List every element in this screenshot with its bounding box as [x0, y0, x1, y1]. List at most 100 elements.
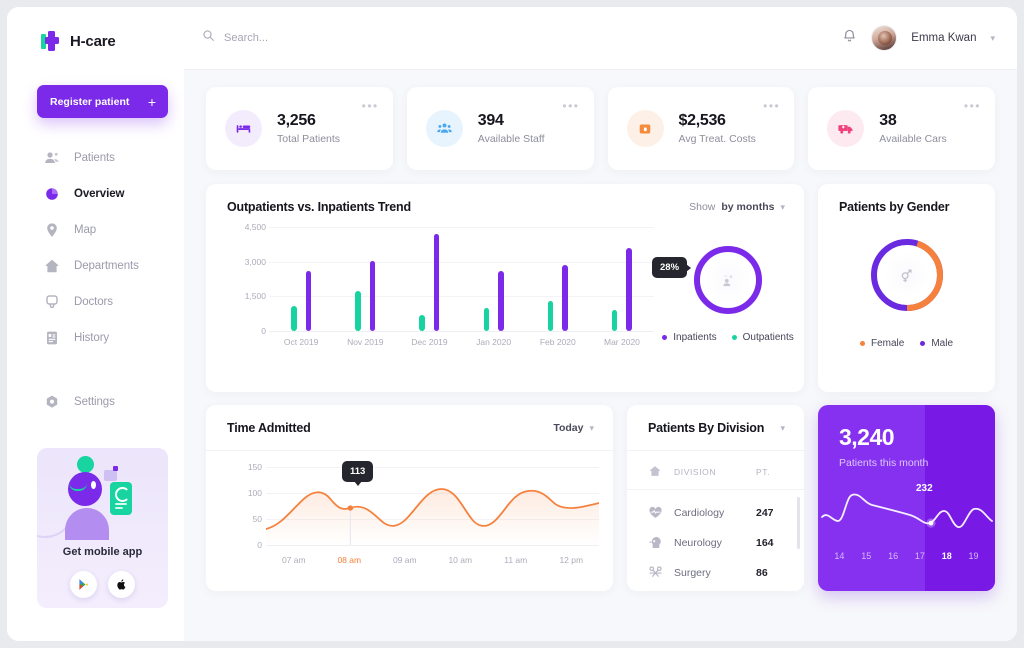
apple-icon[interactable]: [108, 571, 135, 598]
day-tick[interactable]: 16: [880, 551, 907, 561]
bar-group: [397, 227, 461, 331]
stat-card-available-staff[interactable]: 394 Available Staff •••: [406, 87, 594, 170]
legend-label: Outpatients: [742, 332, 794, 343]
legend-item-male[interactable]: Male: [920, 338, 953, 349]
wallet-icon: [626, 110, 664, 147]
x-tick: Oct 2019: [283, 337, 319, 347]
scalpel-icon: [648, 565, 664, 581]
patients-icon: [44, 150, 60, 166]
card-menu-icon[interactable]: •••: [562, 100, 579, 112]
medical-cross-logo-icon: [41, 31, 61, 51]
x-tick: Nov 2019: [347, 337, 384, 347]
day-tick[interactable]: 19: [960, 551, 987, 561]
card-menu-icon[interactable]: •••: [362, 100, 379, 112]
sidebar-item-patients[interactable]: Patients: [7, 140, 184, 176]
division-table-header: DIVISION PT.: [627, 451, 804, 480]
gender-donut-chart[interactable]: [868, 236, 946, 314]
search-placeholder: Search...: [224, 32, 269, 44]
legend-item-inpatients[interactable]: Inpatients: [662, 332, 717, 343]
sidebar-item-label: Overview: [74, 188, 125, 200]
sidebar-item-overview[interactable]: Overview: [7, 176, 184, 212]
bar-outpatients[interactable]: [483, 307, 490, 331]
bar-inpatients[interactable]: [369, 260, 376, 331]
day-tick[interactable]: 18: [933, 551, 960, 561]
card-menu-icon[interactable]: •••: [763, 100, 780, 112]
x-tick[interactable]: 08 am: [322, 555, 378, 565]
day-tick[interactable]: 14: [826, 551, 853, 561]
topbar-right: Emma Kwan ▾: [842, 25, 995, 51]
sidebar-nav: Patients Overview Map Departments Doctor…: [7, 140, 184, 420]
stat-card-total-patients[interactable]: 3,256 Total Patients •••: [206, 87, 393, 170]
bar-outpatients[interactable]: [547, 300, 554, 331]
month-total-label: Patients this month: [839, 457, 929, 469]
sidebar: H-care Register patient + Patients Overv…: [7, 7, 184, 641]
legend-dot: [731, 335, 737, 340]
sidebar-item-label: Doctors: [74, 296, 113, 308]
show-by-months-dropdown[interactable]: Show by months ▾: [689, 201, 785, 213]
sidebar-item-departments[interactable]: Departments: [7, 248, 184, 284]
x-tick[interactable]: 12 pm: [544, 555, 600, 565]
column-header-pt: PT.: [756, 467, 771, 477]
chevron-down-icon[interactable]: ▾: [990, 33, 995, 44]
bell-icon[interactable]: [842, 28, 857, 48]
sparkline-value-label: 232: [916, 483, 933, 494]
day-tick[interactable]: 15: [853, 551, 880, 561]
stat-card-avg-treatment-costs[interactable]: $2,536 Avg Treat. Costs •••: [607, 87, 795, 170]
table-row[interactable]: Cardiology 247: [627, 498, 804, 528]
divider: [206, 450, 613, 451]
legend-item-outpatients[interactable]: Outpatients: [731, 332, 794, 343]
table-row[interactable]: Neurology 164: [627, 528, 804, 558]
dropdown-value: Today: [553, 422, 584, 434]
column-header-division: DIVISION: [674, 467, 717, 477]
sidebar-item-settings[interactable]: Settings: [7, 384, 184, 420]
bar-inpatients[interactable]: [498, 270, 504, 331]
division-count: 247: [756, 507, 774, 519]
search-input[interactable]: Search...: [202, 29, 842, 47]
donut-tooltip: 28%: [652, 257, 692, 278]
x-tick[interactable]: 07 am: [266, 555, 322, 565]
x-tick[interactable]: 10 am: [433, 555, 489, 565]
line-chart-plot: 113: [266, 461, 599, 546]
bar-outpatients[interactable]: [611, 310, 618, 331]
register-patient-button[interactable]: Register patient +: [37, 85, 168, 118]
plus-icon: +: [147, 93, 156, 110]
sidebar-item-history[interactable]: History: [7, 320, 184, 356]
table-row[interactable]: Surgery 86: [627, 558, 804, 588]
promo-illustration: [37, 448, 168, 547]
heart-icon: [648, 505, 664, 521]
division-name: Surgery: [674, 567, 711, 579]
donut-chart[interactable]: 28%: [652, 243, 765, 317]
google-play-icon[interactable]: [70, 571, 97, 598]
bar-inpatients[interactable]: [433, 233, 440, 331]
stat-card-available-cars[interactable]: 38 Available Cars •••: [808, 87, 995, 170]
time-line-chart: 0 50 100 150 113 07 am 08 am 09 am 10 am…: [206, 459, 613, 577]
sidebar-item-doctors[interactable]: Doctors: [7, 284, 184, 320]
scrollbar[interactable]: [797, 497, 800, 549]
bar-inpatients[interactable]: [626, 247, 632, 331]
legend-item-female[interactable]: Female: [859, 338, 904, 349]
stat-value: 394: [477, 112, 504, 129]
chevron-down-icon[interactable]: ▾: [780, 423, 785, 434]
bar-outpatients[interactable]: [355, 290, 361, 331]
bar-outpatients[interactable]: [291, 305, 297, 331]
bar-inpatients[interactable]: [562, 265, 568, 331]
today-dropdown[interactable]: Today ▾: [553, 422, 594, 434]
bar-inpatients[interactable]: [305, 270, 312, 331]
bar-group: [333, 227, 397, 331]
pie-chart-icon: [44, 186, 60, 202]
bar-outpatients[interactable]: [419, 314, 425, 331]
sidebar-item-map[interactable]: Map: [7, 212, 184, 248]
x-tick[interactable]: 11 am: [488, 555, 544, 565]
avatar[interactable]: [871, 25, 898, 51]
brand-name: H-care: [70, 32, 116, 50]
division-count: 86: [756, 567, 768, 579]
brand[interactable]: H-care: [7, 7, 184, 51]
day-tick[interactable]: 17: [906, 551, 933, 561]
y-tick: 0: [261, 326, 266, 336]
hospital-bed-icon: [225, 110, 262, 147]
dashboard-content: 3,256 Total Patients ••• 394 Available S…: [184, 70, 1017, 641]
x-tick[interactable]: 09 am: [377, 555, 433, 565]
card-menu-icon[interactable]: •••: [964, 100, 981, 112]
stat-label: Avg Treat. Costs: [678, 133, 756, 145]
month-total-value: 3,240: [839, 424, 895, 450]
